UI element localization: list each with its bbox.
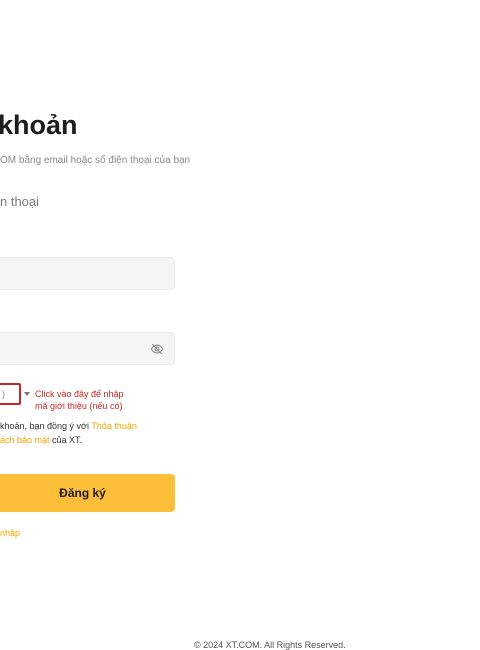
page-subtitle: OM bằng email hoặc số điện thoại của bạn — [0, 155, 191, 166]
annotation-line-1: Click vào đây để nhập — [35, 389, 124, 399]
account-input[interactable] — [0, 257, 175, 290]
referral-annotation: Click vào đây để nhập mã giới thiệu (nếu… — [35, 388, 124, 412]
tab-phone[interactable]: n thoại — [0, 194, 39, 209]
agreement-text-1: khoản, bạn đồng ý với — [0, 421, 92, 431]
privacy-policy-link[interactable]: ách bảo mật — [0, 435, 50, 445]
referral-selector-text: ) — [2, 389, 5, 399]
footer-copyright: © 2024 XT.COM. All Rights Reserved. — [194, 640, 346, 650]
annotation-line-2: mã giới thiệu (nếu có) — [35, 401, 123, 411]
referral-code-selector[interactable]: ) — [0, 383, 21, 405]
login-link[interactable]: nhập — [0, 528, 20, 538]
terms-agreement: khoản, bạn đồng ý với Thỏa thuận ách bảo… — [0, 419, 137, 447]
page-title: khoản — [0, 110, 78, 140]
agreement-text-2: của XT. — [49, 435, 83, 445]
password-input[interactable] — [0, 332, 175, 365]
terms-link[interactable]: Thỏa thuận — [91, 421, 137, 431]
caret-down-icon[interactable] — [24, 392, 30, 396]
eye-slash-icon[interactable] — [150, 342, 164, 356]
register-button[interactable]: Đăng ký — [0, 474, 175, 512]
